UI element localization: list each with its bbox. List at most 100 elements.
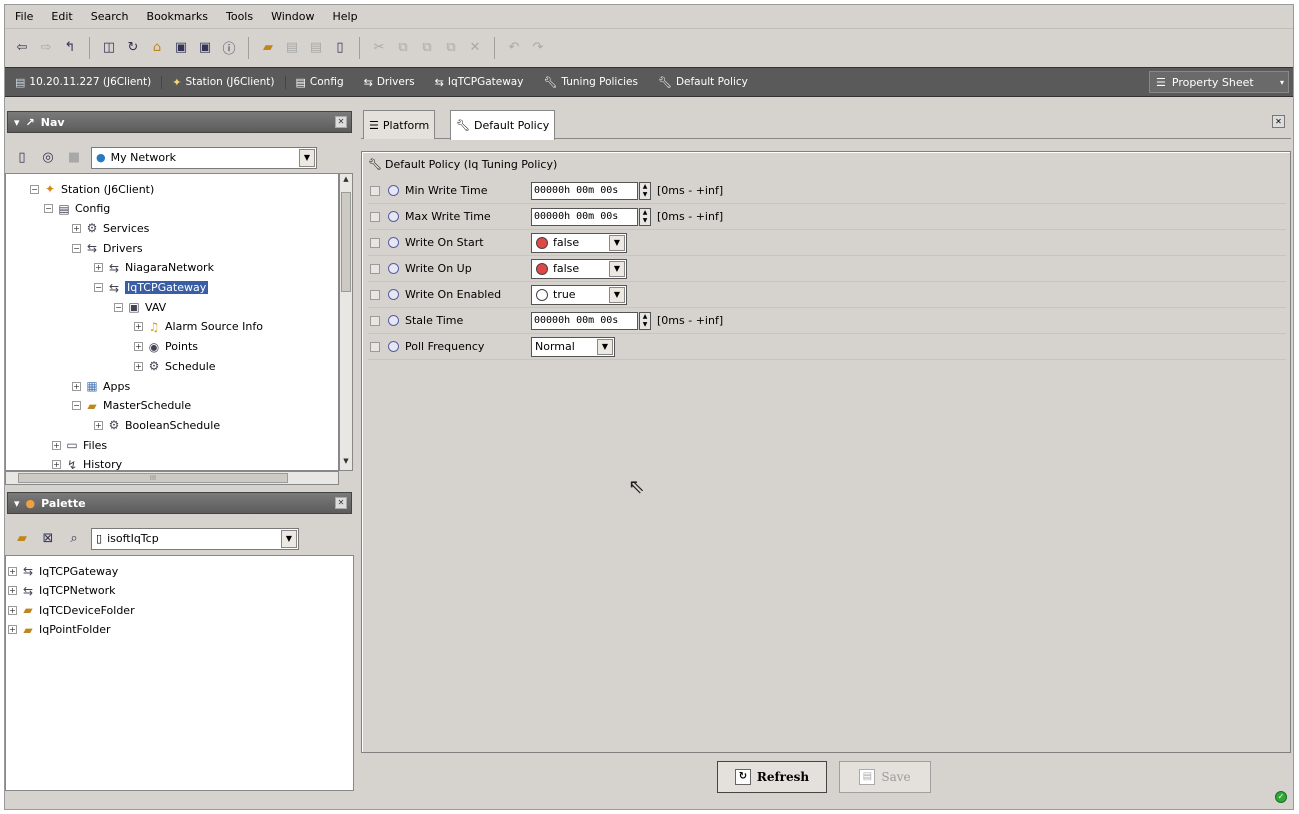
- boolean-select[interactable]: false ▼: [531, 232, 627, 253]
- info-icon[interactable]: ⓘ: [220, 39, 238, 57]
- open-icon[interactable]: ▰: [13, 530, 31, 548]
- new-icon[interactable]: ▯: [331, 39, 349, 57]
- collapse-icon[interactable]: −: [114, 302, 123, 312]
- duplicate-icon[interactable]: ⧉: [442, 39, 460, 57]
- menu-file[interactable]: File: [15, 10, 33, 23]
- expand-icon[interactable]: +: [8, 605, 17, 615]
- palette-item[interactable]: + ⇆ IqTCPNetwork: [8, 582, 116, 600]
- scroll-down-icon[interactable]: ▼: [341, 457, 351, 469]
- expand-icon[interactable]: +: [72, 381, 81, 391]
- scroll-thumb[interactable]: [341, 192, 351, 292]
- expand-icon[interactable]: +: [94, 263, 103, 273]
- boolean-select[interactable]: false ▼: [531, 258, 627, 279]
- view-icon[interactable]: ▣: [172, 39, 190, 57]
- reltime-field[interactable]: 00000h 00m 00s: [531, 181, 638, 200]
- menu-window[interactable]: Window: [271, 10, 314, 23]
- paste-icon[interactable]: ⧉: [418, 39, 436, 57]
- back-icon[interactable]: ⇦: [13, 39, 31, 57]
- refresh-icon[interactable]: ↻: [124, 39, 142, 57]
- expand-icon[interactable]: +: [94, 420, 103, 430]
- tab-platform[interactable]: ☰ Platform: [363, 110, 436, 139]
- forward-icon[interactable]: ⇨: [37, 39, 55, 57]
- collapse-icon[interactable]: −: [94, 283, 103, 292]
- save-all-icon[interactable]: ▤: [307, 39, 325, 57]
- collapse-icon[interactable]: −: [72, 243, 81, 253]
- expand-icon[interactable]: +: [72, 223, 81, 233]
- nav-vertical-scrollbar[interactable]: ▲ ▼: [339, 173, 353, 471]
- expand-icon[interactable]: +: [8, 625, 17, 634]
- crumb-default-policy[interactable]: 🔧︎ Default Policy: [648, 76, 758, 89]
- expand-icon[interactable]: +: [134, 361, 143, 371]
- palette-item[interactable]: + ▰ IqTCDeviceFolder: [8, 601, 135, 619]
- nav-horizontal-scrollbar[interactable]: III: [5, 471, 339, 485]
- tree-node[interactable]: − ⇆ Drivers: [72, 239, 143, 257]
- undo-icon[interactable]: ↶: [505, 39, 523, 57]
- redo-icon[interactable]: ↷: [529, 39, 547, 57]
- close-tab-icon[interactable]: ✕: [1272, 115, 1285, 128]
- close-palette-icon[interactable]: ⊠: [39, 530, 57, 548]
- save-icon[interactable]: ▤: [283, 39, 301, 57]
- expand-icon[interactable]: +: [134, 322, 143, 332]
- copy-icon[interactable]: ⧉: [394, 39, 412, 57]
- collapse-icon[interactable]: −: [30, 184, 39, 194]
- expand-icon[interactable]: +: [8, 566, 17, 576]
- expand-icon[interactable]: +: [134, 342, 143, 352]
- tree-node[interactable]: + ⚙ Schedule: [134, 357, 216, 375]
- save-button[interactable]: ▤ Save: [839, 761, 931, 793]
- enum-select[interactable]: Normal ▼: [531, 336, 615, 357]
- row-checkbox[interactable]: [370, 263, 380, 274]
- row-checkbox[interactable]: [370, 185, 380, 196]
- row-checkbox[interactable]: [370, 341, 380, 352]
- menu-search[interactable]: Search: [91, 10, 129, 23]
- stop-icon[interactable]: ■: [65, 149, 83, 167]
- tree-node[interactable]: − ▣ VAV: [114, 298, 166, 316]
- refresh-button[interactable]: ↻ Refresh: [717, 761, 827, 793]
- crumb-tuning-policies[interactable]: 🔧︎ Tuning Policies: [533, 76, 648, 89]
- palette-module-selector[interactable]: ▯ isoftIqTcp ▼: [91, 527, 299, 550]
- menu-help[interactable]: Help: [332, 10, 357, 23]
- tree-node[interactable]: + ⇆ NiagaraNetwork: [94, 259, 214, 277]
- scroll-thumb[interactable]: III: [18, 473, 288, 483]
- menu-bookmarks[interactable]: Bookmarks: [147, 10, 208, 23]
- scroll-up-icon[interactable]: ▲: [341, 175, 351, 187]
- row-checkbox[interactable]: [370, 315, 380, 326]
- menu-tools[interactable]: Tools: [226, 10, 253, 23]
- collapse-icon[interactable]: −: [44, 204, 53, 214]
- up-icon[interactable]: ↰: [61, 39, 79, 57]
- expand-icon[interactable]: +: [52, 440, 61, 450]
- spinner-icon[interactable]: ▲ ▼: [639, 181, 651, 200]
- open-icon[interactable]: ▰: [259, 39, 277, 57]
- expand-icon[interactable]: +: [52, 460, 61, 470]
- crumb-host[interactable]: ▤ 10.20.11.227 (J6Client): [5, 75, 163, 89]
- row-checkbox[interactable]: [370, 289, 380, 300]
- collapse-icon[interactable]: −: [72, 401, 81, 411]
- tree-node[interactable]: + ⚙ BooleanSchedule: [94, 416, 220, 434]
- menu-edit[interactable]: Edit: [51, 10, 72, 23]
- cut-icon[interactable]: ✂: [370, 39, 388, 57]
- collapse-icon[interactable]: ▾: [14, 497, 20, 510]
- row-checkbox[interactable]: [370, 211, 380, 222]
- delete-icon[interactable]: ✕: [466, 39, 484, 57]
- home-icon[interactable]: ⌂: [148, 39, 166, 57]
- palette-item[interactable]: + ▰ IqPointFolder: [8, 621, 111, 639]
- collapse-icon[interactable]: ▾: [14, 116, 20, 129]
- reltime-field[interactable]: 00000h 00m 00s: [531, 311, 638, 330]
- crumb-config[interactable]: ▤ Config: [286, 76, 354, 89]
- new-icon[interactable]: ▯: [13, 149, 31, 167]
- sync-icon[interactable]: ◎: [39, 149, 57, 167]
- tree-node[interactable]: − ✦ Station (J6Client): [30, 180, 154, 198]
- crumb-drivers[interactable]: ⇆ Drivers: [354, 76, 425, 89]
- side-bar-icon[interactable]: ◫: [100, 39, 118, 57]
- tree-node[interactable]: + ⚙ Services: [72, 219, 149, 237]
- tree-node[interactable]: + ◉ Points: [134, 338, 198, 356]
- crumb-station[interactable]: ✦ Station (J6Client): [162, 75, 286, 89]
- tree-node[interactable]: + ▦ Apps: [72, 377, 130, 395]
- row-checkbox[interactable]: [370, 237, 380, 248]
- tree-node[interactable]: + ▭ Files: [52, 436, 107, 454]
- spinner-icon[interactable]: ▲ ▼: [639, 311, 651, 330]
- expand-icon[interactable]: +: [8, 586, 17, 595]
- palette-item[interactable]: + ⇆ IqTCPGateway: [8, 562, 118, 580]
- tree-node[interactable]: + ↯ History: [52, 456, 122, 470]
- close-icon[interactable]: ✕: [335, 116, 347, 128]
- tree-node[interactable]: − ▤ Config: [44, 200, 110, 218]
